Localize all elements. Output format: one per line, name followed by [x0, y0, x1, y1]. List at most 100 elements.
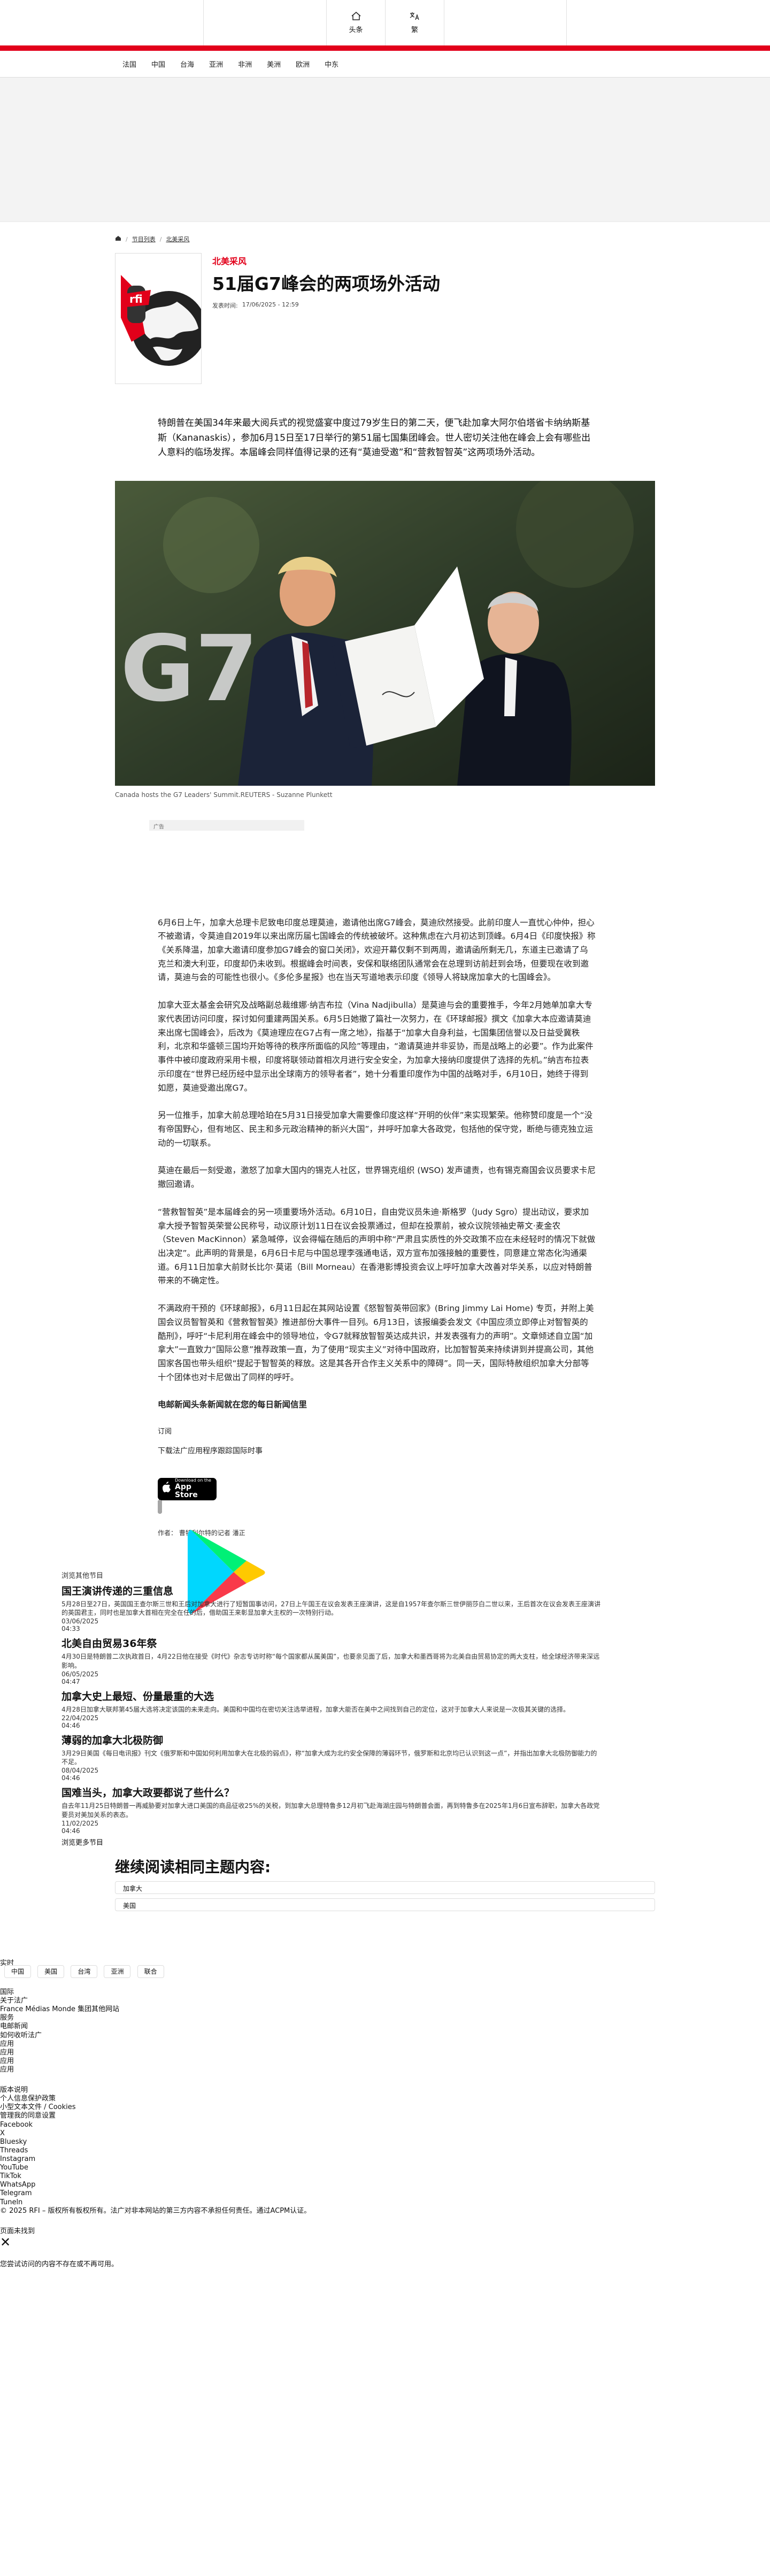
home-icon[interactable]	[115, 235, 121, 243]
footer-region-box[interactable]: 联合	[137, 1965, 164, 1978]
svg-text:G7: G7	[120, 616, 258, 722]
newsletter-promo: 电邮新闻头条新闻就在您的每日新闻信里	[158, 1398, 596, 1412]
footer-link[interactable]: 个人信息保护政策	[0, 2095, 770, 2103]
top-bar-spacer-left	[203, 0, 326, 45]
footer-link[interactable]: 应用	[0, 2057, 770, 2066]
not-found-title: 页面未找到	[0, 2227, 35, 2235]
footer-copyright: © 2025 RFI – 版权所有板权所有。法广对非本网站的第三方内容不承担任何…	[0, 2206, 311, 2215]
footer-link[interactable]: 国际	[0, 1988, 770, 1997]
footer-link[interactable]: 版本说明	[0, 2086, 770, 2095]
top-bar-language[interactable]: 繁	[385, 0, 444, 45]
footer-region-box[interactable]: 亚洲	[104, 1965, 131, 1978]
footer-social-x[interactable]: X	[0, 2129, 770, 2138]
related-date: 08/04/2025	[61, 1767, 99, 1775]
footer-social-tunein[interactable]: Tuneln	[0, 2198, 770, 2207]
program-thumbnail[interactable]: rfi	[115, 253, 202, 384]
home-icon	[350, 11, 362, 21]
nav-item-americas[interactable]: 美洲	[259, 59, 288, 69]
article-paragraph: 不满政府干预的《环球邮报》，6月11日起在其网站设置《怒智智英带回家》(Brin…	[158, 1304, 594, 1382]
hero-photo: G7	[115, 480, 655, 786]
footer-social-whatsapp[interactable]: WhatsApp	[0, 2181, 770, 2189]
footer-region-box[interactable]: 美国	[37, 1965, 65, 1978]
related-title[interactable]: 国难当头，加拿大政要都说了些什么？	[61, 1785, 602, 1799]
related-programs: 浏览其他节目 国王演讲传递的三重信息 5月28日至27日，英国国王查尔斯三世和王…	[61, 1570, 602, 1847]
top-bar-home[interactable]: 头条	[326, 0, 385, 45]
list-item[interactable]: 北美自由贸易36年祭 4月30日是特朗普二次执政首日，4月22日他在接受《时代》…	[61, 1636, 602, 1685]
top-bar-home-label: 头条	[349, 26, 363, 34]
related-date: 06/05/2025	[61, 1670, 99, 1678]
brand-bar	[0, 45, 770, 51]
related-duration: 04:33	[61, 1625, 80, 1633]
list-item[interactable]: 加拿大史上最短、份量最重的大选 4月28日加拿大联邦第45届大选将决定该国的未来…	[61, 1689, 602, 1729]
breadcrumb-separator: /	[126, 235, 128, 243]
footer-social-telegram[interactable]: Telegram	[0, 2189, 770, 2198]
footer-social-youtube[interactable]: YouTube	[0, 2164, 770, 2172]
article-meta: 发表时间: 17/06/2025 - 12:59	[212, 301, 440, 310]
article-paragraph: 另一位推手，加拿大前总理哈珀在5月31日接受加拿大需要像印度这样“开明的伙伴”来…	[158, 1110, 594, 1148]
related-excerpt: 3月29日美国《每日电讯报》刊文《俄罗斯和中国如何利用加拿大在北极的弱点》，称“…	[61, 1749, 597, 1766]
nav-item-europe[interactable]: 欧洲	[288, 59, 317, 69]
footer-social-facebook[interactable]: Facebook	[0, 2121, 770, 2129]
top-bar: 头条 繁	[0, 0, 770, 45]
theme-tag[interactable]: 美国	[115, 1898, 655, 1911]
newsletter-promo-text: 电邮新闻头条新闻就在您的每日新闻信里	[158, 1400, 307, 1410]
footer-link[interactable]: France Médias Monde 集团其他网站	[0, 2005, 770, 2014]
list-item[interactable]: 薄弱的加拿大北极防御 3月29日美国《每日电讯报》刊文《俄罗斯和中国如何利用加拿…	[61, 1732, 602, 1782]
top-bar-spacer-right	[444, 0, 567, 45]
apple-icon	[162, 1481, 172, 1498]
footer-link[interactable]: 电邮新闻	[0, 2022, 770, 2031]
footer-region-box[interactable]: 中国	[4, 1965, 32, 1978]
related-title[interactable]: 北美自由贸易36年祭	[61, 1636, 602, 1650]
footer: 实时 中国 美国 台湾 亚洲 联合 国际 关于法广 France Médias …	[0, 1959, 770, 2269]
nav-item-asia[interactable]: 亚洲	[202, 59, 230, 69]
list-item[interactable]: 国难当头，加拿大政要都说了些什么？ 自去年11月25日特朗普一再威胁要对加拿大进…	[61, 1785, 602, 1835]
related-excerpt: 4月28日加拿大联邦第45届大选将决定该国的未来走向。美国和中国均在密切关注选举…	[61, 1705, 570, 1713]
more-programs-link[interactable]: 浏览更多节目	[61, 1837, 602, 1847]
article-lead: 特朗普在美国34年来最大阅兵式的视觉盛宴中度过79岁生日的第二天，便飞赴加拿大阿…	[158, 418, 591, 458]
footer-social-tiktok[interactable]: TikTok	[0, 2172, 770, 2181]
nav-item-africa[interactable]: 非洲	[230, 59, 259, 69]
footer-region-box[interactable]: 台湾	[71, 1965, 98, 1978]
footer-social-bluesky[interactable]: Bluesky	[0, 2138, 770, 2146]
app-store-text: Download on the App Store	[175, 1478, 217, 1500]
breadcrumb-program[interactable]: 北美采风	[166, 235, 189, 243]
theme-tag[interactable]: 加拿大	[115, 1881, 655, 1894]
nav-item-china[interactable]: 中国	[144, 59, 173, 69]
footer-links-a: 国际 关于法广 France Médias Monde 集团其他网站 服务 电邮…	[0, 1988, 770, 2074]
nav-item-france[interactable]: 法国	[115, 59, 144, 69]
related-title[interactable]: 薄弱的加拿大北极防御	[61, 1732, 602, 1747]
related-date: 11/02/2025	[61, 1819, 99, 1827]
footer-link[interactable]: 小型文本文件 / Cookies	[0, 2103, 770, 2112]
footer-link[interactable]: 如何收听法广	[0, 2031, 770, 2040]
nav-item-middle-east[interactable]: 中东	[317, 59, 346, 69]
footer-link[interactable]: 服务	[0, 2014, 770, 2022]
related-title[interactable]: 加拿大史上最短、份量最重的大选	[61, 1689, 602, 1703]
close-icon[interactable]: ✕	[0, 2236, 770, 2249]
related-date: 22/04/2025	[61, 1714, 99, 1722]
footer-social-threads[interactable]: Threads	[0, 2146, 770, 2155]
section-nav: 法国 中国 台海 亚洲 非洲 美洲 欧洲 中东	[0, 51, 770, 78]
breadcrumb-programs[interactable]: 节目列表	[132, 235, 156, 243]
ad-label: 广告	[149, 819, 304, 831]
hero-caption: Canada hosts the G7 Leaders' Summit.REUT…	[115, 791, 333, 799]
footer-link[interactable]: 应用	[0, 2066, 770, 2074]
top-ad-zone	[0, 78, 770, 222]
footer-link[interactable]: 管理我的同意设置	[0, 2112, 770, 2120]
inline-ad-space	[115, 831, 655, 916]
nav-item-taiwan[interactable]: 台海	[173, 59, 202, 69]
footer-social-instagram[interactable]: Instagram	[0, 2155, 770, 2164]
subscribe-link[interactable]: 订阅	[158, 1426, 596, 1438]
footer-link[interactable]: 应用	[0, 2040, 770, 2049]
app-store-big-text: App Store	[175, 1482, 198, 1500]
related-title[interactable]: 国王演讲传递的三重信息	[61, 1583, 602, 1598]
app-download-text: 下载法广应用程序跟踪国际时事	[158, 1446, 263, 1455]
article-paragraph: 加拿大亚太基金会研究及战略副总裁维娜·纳吉布拉（Vina Nadjibulla）…	[158, 1000, 594, 1093]
footer-link[interactable]: 关于法广	[0, 1997, 770, 2005]
article-paragraph: 莫迪在最后一刻受邀，激怒了加拿大国内的锡克人社区，世界锡克组织 (WSO) 发声…	[158, 1166, 596, 1190]
google-play-badge[interactable]: 下载应用，请到 Google Play	[158, 1499, 479, 1715]
footer-link[interactable]: 应用	[0, 2049, 770, 2057]
list-item[interactable]: 国王演讲传递的三重信息 5月28日至27日，英国国王查尔斯三世和王后对加拿大进行…	[61, 1583, 602, 1633]
article-kicker[interactable]: 北美采风	[212, 254, 440, 267]
app-store-badge[interactable]: Download on the App Store	[158, 1477, 217, 1500]
article-paragraph: “营救智智英”是本届峰会的另一项重要场外活动。6月10日，自由党议员朱迪·斯格罗…	[158, 1207, 596, 1286]
